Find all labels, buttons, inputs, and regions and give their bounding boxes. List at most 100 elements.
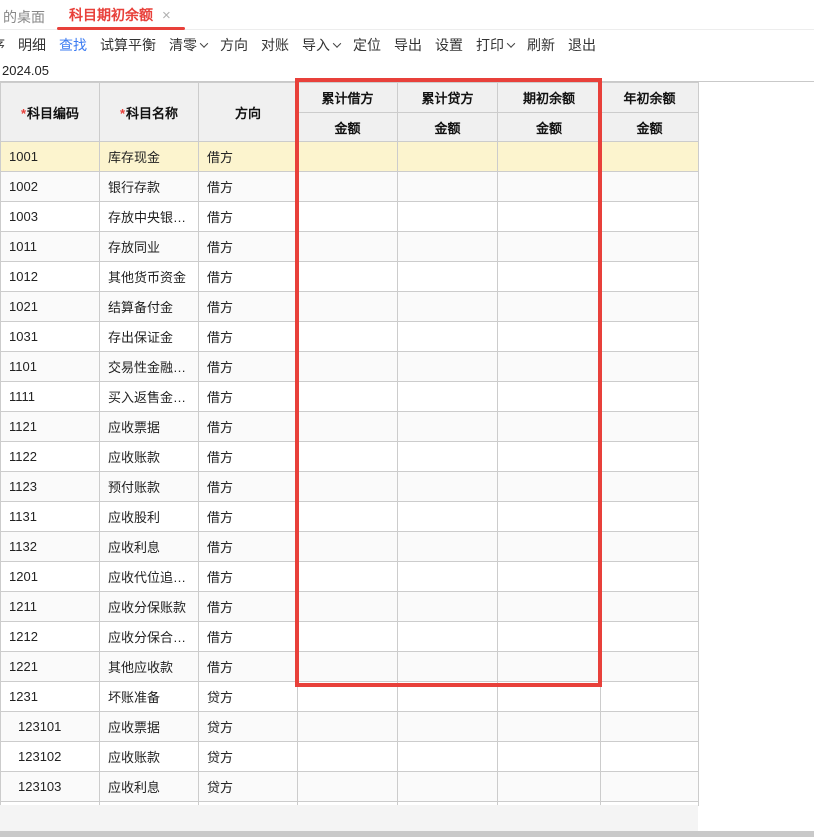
cell-cumulative-credit[interactable]: [398, 142, 498, 172]
toolbar-item-direction[interactable]: 方向: [220, 35, 248, 55]
cell-code[interactable]: 1131: [1, 502, 100, 532]
table-row[interactable]: 1122应收账款借方: [1, 442, 699, 472]
table-row[interactable]: 1132应收利息借方: [1, 532, 699, 562]
cell-direction[interactable]: 借方: [199, 412, 298, 442]
cell-cumulative-debit[interactable]: [298, 622, 398, 652]
cell-opening-balance[interactable]: [498, 262, 601, 292]
cell-year-begin-balance[interactable]: [601, 202, 699, 232]
cell-direction[interactable]: 借方: [199, 232, 298, 262]
cell-opening-balance[interactable]: [498, 502, 601, 532]
cell-cumulative-credit[interactable]: [398, 262, 498, 292]
cell-opening-balance[interactable]: [498, 712, 601, 742]
cell-code[interactable]: 1011: [1, 232, 100, 262]
cell-year-begin-balance[interactable]: [601, 562, 699, 592]
cell-direction[interactable]: 借方: [199, 142, 298, 172]
cell-name[interactable]: 银行存款: [100, 172, 199, 202]
cell-year-begin-balance[interactable]: [601, 532, 699, 562]
cell-year-begin-balance[interactable]: [601, 502, 699, 532]
table-row[interactable]: 1012其他货币资金借方: [1, 262, 699, 292]
cell-direction[interactable]: 借方: [199, 652, 298, 682]
cell-direction[interactable]: 借方: [199, 172, 298, 202]
cell-code[interactable]: 1003: [1, 202, 100, 232]
cell-name[interactable]: 其他货币资金: [100, 262, 199, 292]
cell-opening-balance[interactable]: [498, 592, 601, 622]
cell-code[interactable]: 1111: [1, 382, 100, 412]
cell-opening-balance[interactable]: [498, 652, 601, 682]
cell-cumulative-credit[interactable]: [398, 202, 498, 232]
cell-name[interactable]: 应收账款: [100, 742, 199, 772]
cell-cumulative-debit[interactable]: [298, 172, 398, 202]
cell-year-begin-balance[interactable]: [601, 772, 699, 802]
cell-year-begin-balance[interactable]: [601, 232, 699, 262]
cell-opening-balance[interactable]: [498, 772, 601, 802]
cell-name[interactable]: 应收利息: [100, 772, 199, 802]
cell-direction[interactable]: 借方: [199, 592, 298, 622]
cell-code[interactable]: 1031: [1, 322, 100, 352]
table-row[interactable]: 1201应收代位追偿...借方: [1, 562, 699, 592]
cell-name[interactable]: 存放同业: [100, 232, 199, 262]
cell-cumulative-credit[interactable]: [398, 352, 498, 382]
cell-opening-balance[interactable]: [498, 382, 601, 412]
table-row[interactable]: 1221其他应收款借方: [1, 652, 699, 682]
cell-opening-balance[interactable]: [498, 682, 601, 712]
cell-name[interactable]: 存出保证金: [100, 322, 199, 352]
cell-cumulative-debit[interactable]: [298, 412, 398, 442]
toolbar-item-import[interactable]: 导入: [302, 35, 340, 55]
cell-direction[interactable]: 借方: [199, 502, 298, 532]
cell-cumulative-credit[interactable]: [398, 412, 498, 442]
cell-year-begin-balance[interactable]: [601, 442, 699, 472]
cell-year-begin-balance[interactable]: [601, 382, 699, 412]
cell-cumulative-credit[interactable]: [398, 502, 498, 532]
tab-opening-balance[interactable]: 科目期初余额 ×: [57, 0, 183, 30]
cell-cumulative-credit[interactable]: [398, 442, 498, 472]
cell-code[interactable]: 123101: [1, 712, 100, 742]
cell-cumulative-debit[interactable]: [298, 442, 398, 472]
cell-year-begin-balance[interactable]: [601, 262, 699, 292]
cell-cumulative-debit[interactable]: [298, 772, 398, 802]
cell-cumulative-debit[interactable]: [298, 472, 398, 502]
cell-direction[interactable]: 贷方: [199, 742, 298, 772]
cell-cumulative-credit[interactable]: [398, 532, 498, 562]
cell-direction[interactable]: 借方: [199, 532, 298, 562]
cell-cumulative-debit[interactable]: [298, 142, 398, 172]
cell-opening-balance[interactable]: [498, 532, 601, 562]
cell-name[interactable]: 坏账准备: [100, 682, 199, 712]
cell-opening-balance[interactable]: [498, 232, 601, 262]
cell-code[interactable]: 1231: [1, 682, 100, 712]
cell-code[interactable]: 1201: [1, 562, 100, 592]
table-row[interactable]: 1011存放同业借方: [1, 232, 699, 262]
cell-direction[interactable]: 借方: [199, 292, 298, 322]
cell-direction[interactable]: 借方: [199, 382, 298, 412]
cell-direction[interactable]: 借方: [199, 472, 298, 502]
cell-opening-balance[interactable]: [498, 742, 601, 772]
cell-name[interactable]: 库存现金: [100, 142, 199, 172]
toolbar-item-refresh[interactable]: 刷新: [527, 35, 555, 55]
table-row[interactable]: 1111买入返售金融...借方: [1, 382, 699, 412]
cell-name[interactable]: 其他应收款: [100, 652, 199, 682]
toolbar-item-detail[interactable]: 明细: [18, 35, 46, 55]
cell-opening-balance[interactable]: [498, 472, 601, 502]
cell-year-begin-balance[interactable]: [601, 412, 699, 442]
cell-cumulative-credit[interactable]: [398, 682, 498, 712]
cell-cumulative-debit[interactable]: [298, 382, 398, 412]
cell-name[interactable]: 应收利息: [100, 532, 199, 562]
cell-cumulative-credit[interactable]: [398, 562, 498, 592]
cell-opening-balance[interactable]: [498, 562, 601, 592]
cell-year-begin-balance[interactable]: [601, 652, 699, 682]
toolbar-item-trial-balance[interactable]: 试算平衡: [100, 35, 156, 55]
cell-cumulative-debit[interactable]: [298, 322, 398, 352]
cell-code[interactable]: 1101: [1, 352, 100, 382]
table-row[interactable]: 1031存出保证金借方: [1, 322, 699, 352]
cell-cumulative-debit[interactable]: [298, 562, 398, 592]
cell-cumulative-credit[interactable]: [398, 382, 498, 412]
cell-year-begin-balance[interactable]: [601, 682, 699, 712]
cell-name[interactable]: 应收股利: [100, 502, 199, 532]
cell-name[interactable]: 应收账款: [100, 442, 199, 472]
tab-desktop-partial[interactable]: 的桌面: [3, 7, 45, 27]
table-row[interactable]: 1212应收分保合同...借方: [1, 622, 699, 652]
cell-year-begin-balance[interactable]: [601, 712, 699, 742]
table-row[interactable]: 1003存放中央银行...借方: [1, 202, 699, 232]
cell-cumulative-debit[interactable]: [298, 202, 398, 232]
cell-code[interactable]: 1021: [1, 292, 100, 322]
cell-cumulative-credit[interactable]: [398, 622, 498, 652]
